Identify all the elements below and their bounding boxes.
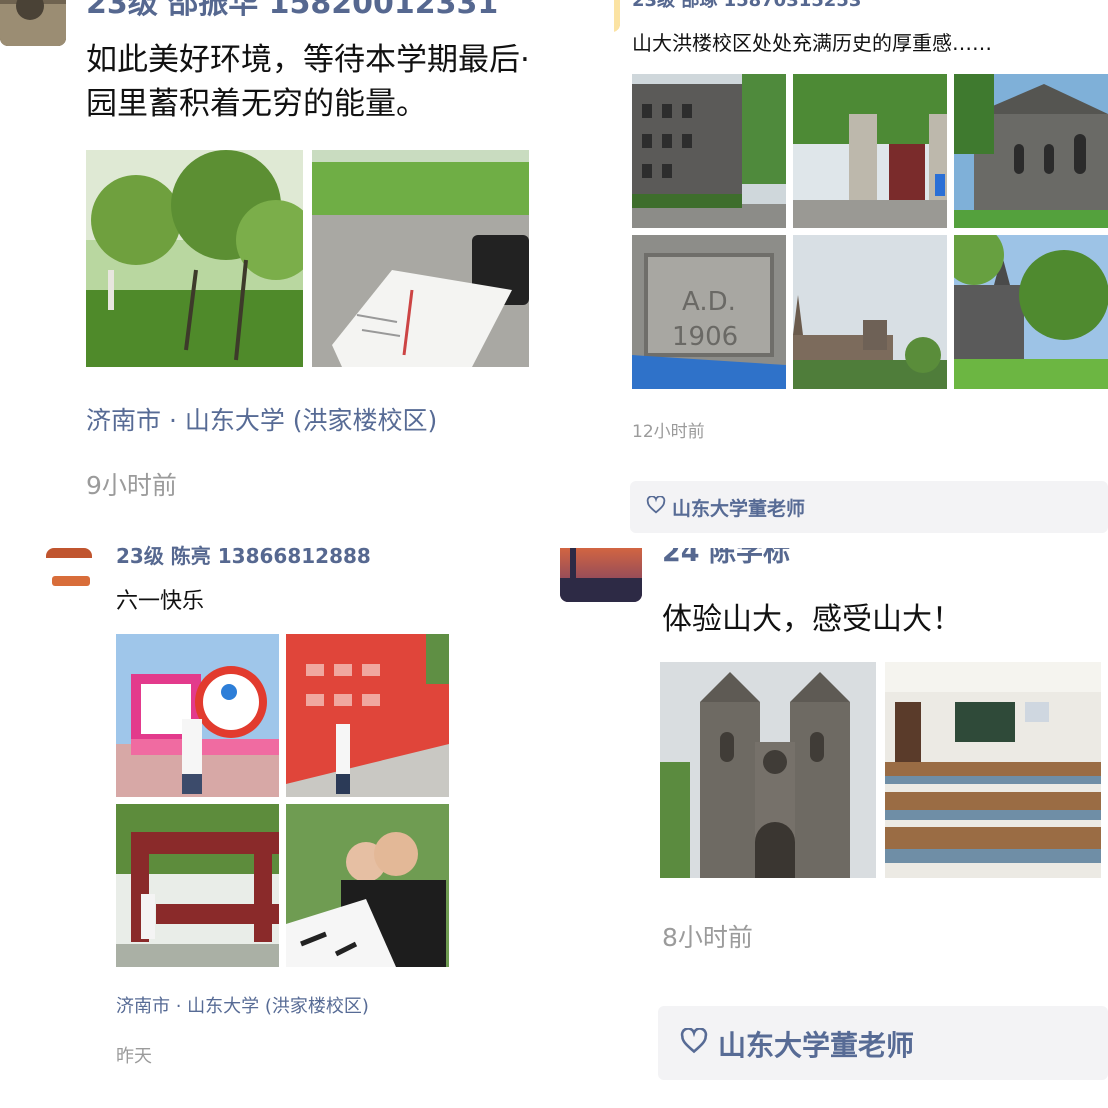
- post-time: 12小时前: [632, 422, 705, 442]
- brick-building-photo[interactable]: [632, 74, 786, 228]
- moment-post-1: 23级 邵振华 15820012331 如此美好环境，等待本学期最后· 园里蓄积…: [0, 0, 614, 540]
- user-avatar[interactable]: [614, 0, 620, 32]
- church-distant-photo[interactable]: [793, 235, 947, 389]
- campus-arch-photo[interactable]: [116, 804, 279, 967]
- moment-post-2: 23级 邵琢 15870315253 山大洪楼校区处处充满历史的厚重感…… A.…: [614, 0, 1108, 548]
- user-name[interactable]: 23级 陈亮 13866812888: [116, 540, 371, 569]
- user-avatar[interactable]: [560, 548, 642, 602]
- church-lawn-photo[interactable]: [954, 235, 1108, 389]
- red-exhibit-wall-photo[interactable]: [286, 634, 449, 797]
- location-link[interactable]: 济南市 · 山东大学 (洪家楼校区): [116, 992, 369, 1018]
- family-selfie-photo[interactable]: [286, 804, 449, 967]
- location-link[interactable]: 济南市 · 山东大学 (洪家楼校区): [86, 401, 437, 437]
- user-name[interactable]: 24 陈学标: [662, 548, 790, 569]
- classroom-photo[interactable]: [885, 662, 1101, 878]
- heart-outline-icon: [646, 496, 666, 514]
- post-text: 体验山大，感受山大！: [662, 602, 962, 637]
- post-time: 8小时前: [662, 923, 753, 952]
- post-text: 六一快乐: [116, 589, 205, 614]
- like-user-name[interactable]: 山东大学董老师: [672, 494, 805, 521]
- like-user-name[interactable]: 山东大学董老师: [718, 1024, 914, 1064]
- cathedral-photo[interactable]: [660, 662, 876, 878]
- post-text: 山大洪楼校区处处充满历史的厚重感……: [632, 31, 992, 55]
- moment-post-3: 23级 陈亮 13866812888 六一快乐 济南市 · 山东大学 (洪家楼校…: [0, 540, 546, 1108]
- user-avatar[interactable]: [0, 0, 66, 46]
- user-name[interactable]: 23级 邵振华 15820012331: [86, 0, 498, 22]
- post-time: 9小时前: [86, 471, 177, 500]
- moment-post-4: 24 陈学标 体验山大，感受山大！ 8小时前 山东大学董老师: [546, 548, 1108, 1108]
- user-avatar[interactable]: [46, 548, 92, 588]
- svg-text:1906: 1906: [672, 322, 738, 352]
- campus-trees-photo[interactable]: [86, 150, 303, 367]
- post-time: 昨天: [116, 1046, 152, 1067]
- post-text-line-2: 园里蓄积着无穷的能量。: [86, 86, 427, 122]
- heart-outline-icon: [680, 1028, 708, 1054]
- campus-gate-photo[interactable]: [793, 74, 947, 228]
- old-church-side-photo[interactable]: [954, 74, 1108, 228]
- anniversary-sign-photo[interactable]: [116, 634, 279, 797]
- user-name[interactable]: 23级 邵琢 15870315253: [632, 0, 861, 12]
- svg-text:A.D.: A.D.: [682, 287, 736, 317]
- ad-1906-stone-photo[interactable]: A.D. 1906: [632, 235, 786, 389]
- post-text-line-1: 如此美好环境，等待本学期最后·: [86, 42, 530, 78]
- notebook-on-bench-photo[interactable]: [312, 150, 529, 367]
